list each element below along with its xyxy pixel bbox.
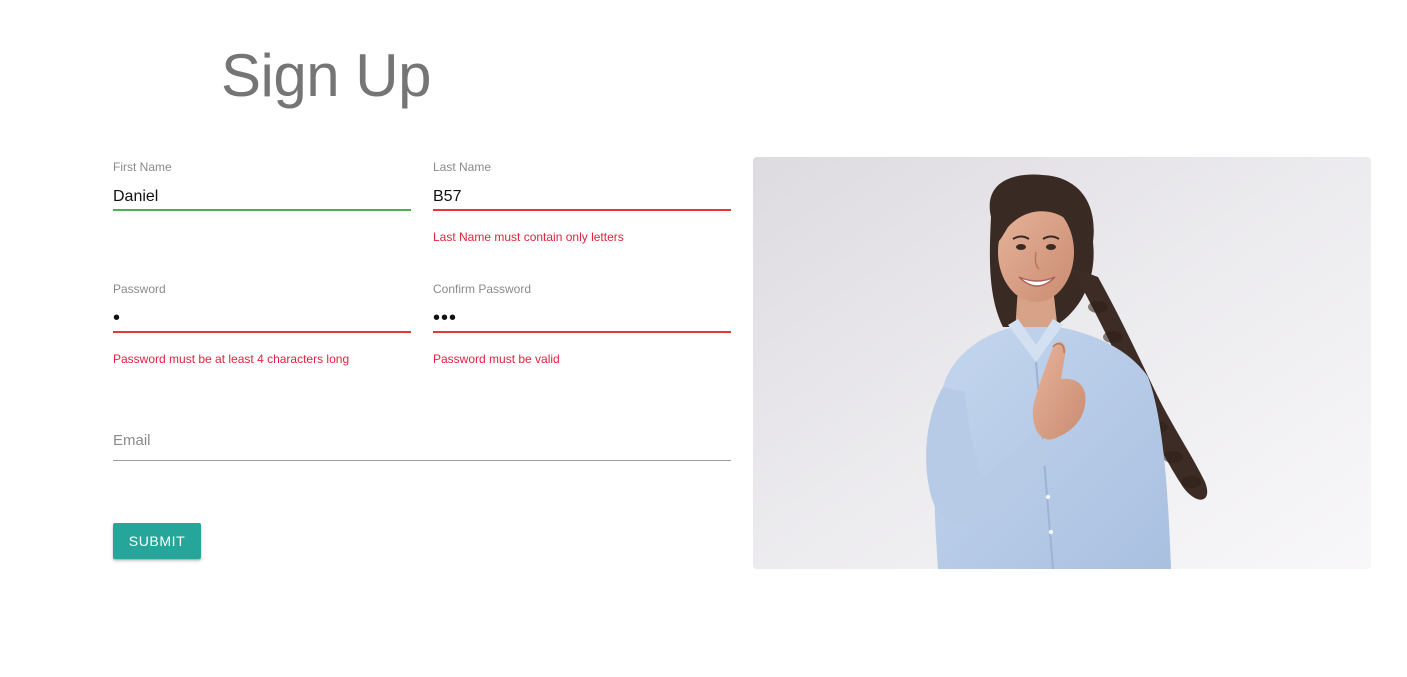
first-name-underline [113,209,411,211]
password-underline [113,331,411,333]
email-field[interactable]: Email [113,410,731,465]
confirm-password-underline [433,331,731,333]
signup-page: Sign Up First Name Daniel Last Name B57 … [0,0,1407,677]
person-thumbs-up-illustration [753,157,1371,569]
password-error: Password must be at least 4 characters l… [113,352,350,366]
email-input[interactable]: Email [113,432,151,449]
first-name-label: First Name [113,160,172,174]
last-name-error: Last Name must contain only letters [433,230,624,244]
confirm-password-error: Password must be valid [433,352,560,366]
last-name-underline [433,209,731,211]
password-input[interactable]: • [113,307,121,330]
confirm-password-field[interactable]: Confirm Password ••• Password must be va… [433,282,731,372]
email-underline [113,460,731,461]
first-name-input[interactable]: Daniel [113,188,158,206]
last-name-input[interactable]: B57 [433,188,461,206]
submit-button[interactable]: Submit [113,523,201,559]
last-name-label: Last Name [433,160,492,174]
confirm-password-label: Confirm Password [433,282,532,296]
password-label: Password [113,282,166,296]
last-name-field[interactable]: Last Name B57 Last Name must contain onl… [433,160,731,250]
hero-photo [753,157,1371,569]
first-name-field[interactable]: First Name Daniel [113,160,411,220]
password-field[interactable]: Password • Password must be at least 4 c… [113,282,411,372]
confirm-password-input[interactable]: ••• [433,307,457,330]
page-title: Sign Up [221,42,431,109]
